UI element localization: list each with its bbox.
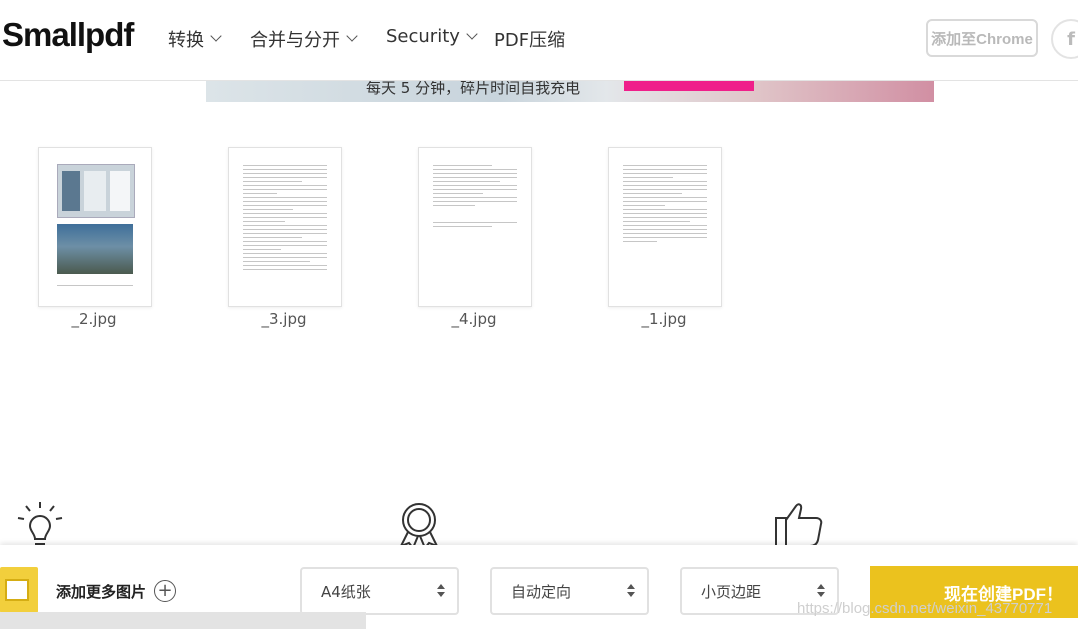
thumbnail-image-1[interactable] (608, 147, 722, 307)
smallpdf-logo[interactable]: Smallpdf (2, 16, 134, 54)
nav-convert-label: 转换 (168, 30, 204, 51)
thumbnail-image-2[interactable] (38, 147, 152, 307)
thumbnail-filename: _3.jpg (261, 310, 307, 328)
banner-cta-strip[interactable] (624, 80, 754, 91)
nav-compress[interactable]: PDF压缩 (494, 26, 565, 52)
chevron-down-icon (346, 30, 358, 42)
image-file-icon (0, 567, 38, 613)
margin-value: 小页边距 (701, 582, 762, 601)
thumbs-up-icon (775, 503, 823, 547)
award-ribbon-icon (398, 503, 440, 548)
add-to-chrome-button[interactable]: 添加至Chrome (926, 19, 1038, 57)
facebook-icon[interactable]: f (1051, 19, 1078, 59)
nav-merge-split[interactable]: 合并与分开 (250, 26, 358, 52)
lightbulb-icon (17, 502, 63, 545)
thumbnail-text-page (433, 162, 517, 230)
blog-watermark: https://blog.csdn.net/weixin_43770771 (797, 600, 1053, 617)
add-more-label: 添加更多图片 (56, 582, 147, 601)
thumbnail-filename: _1.jpg (641, 310, 687, 328)
thumbnail-image-3[interactable] (228, 147, 342, 307)
nav-security[interactable]: Security (386, 26, 478, 47)
nav-security-label: Security (386, 26, 460, 47)
nav-merge-split-label: 合并与分开 (250, 30, 340, 51)
thumbnail-preview-page (57, 164, 135, 218)
thumbnail-filename: _4.jpg (451, 310, 497, 328)
thumbnail-image-4[interactable] (418, 147, 532, 307)
top-header: Smallpdf 转换 合并与分开 Security PDF压缩 添加至Chro… (0, 0, 1078, 81)
nav-compress-label: PDF压缩 (494, 30, 566, 51)
chevron-down-icon (466, 27, 478, 40)
thumbnail-text-page (623, 162, 707, 245)
bottom-action-bar: 添加更多图片 + A4纸张 自动定向 小页边距 现在创建PDF！ https:/… (0, 545, 1078, 629)
banner-text: 每天 5 分钟，碎片时间自我充电 (366, 80, 581, 97)
orientation-value: 自动定向 (511, 582, 572, 601)
plus-circle-icon: + (154, 580, 177, 602)
thumbnail-text-page (243, 162, 327, 273)
promo-banner[interactable]: 每天 5 分钟，碎片时间自我充电 (206, 80, 934, 102)
horizontal-scrollbar[interactable] (0, 612, 366, 629)
orientation-select[interactable]: 自动定向 (490, 567, 649, 615)
chevron-down-icon (210, 30, 222, 42)
page-size-value: A4纸张 (321, 582, 371, 601)
thumbnail-filename: _2.jpg (71, 310, 117, 328)
page-size-select[interactable]: A4纸张 (300, 567, 459, 615)
nav-convert[interactable]: 转换 (168, 26, 222, 52)
add-more-images-button[interactable]: 添加更多图片 + (56, 580, 177, 602)
thumbnail-photo (57, 224, 133, 274)
select-arrows-icon (627, 584, 635, 597)
select-arrows-icon (437, 584, 445, 597)
select-arrows-icon (817, 584, 825, 597)
